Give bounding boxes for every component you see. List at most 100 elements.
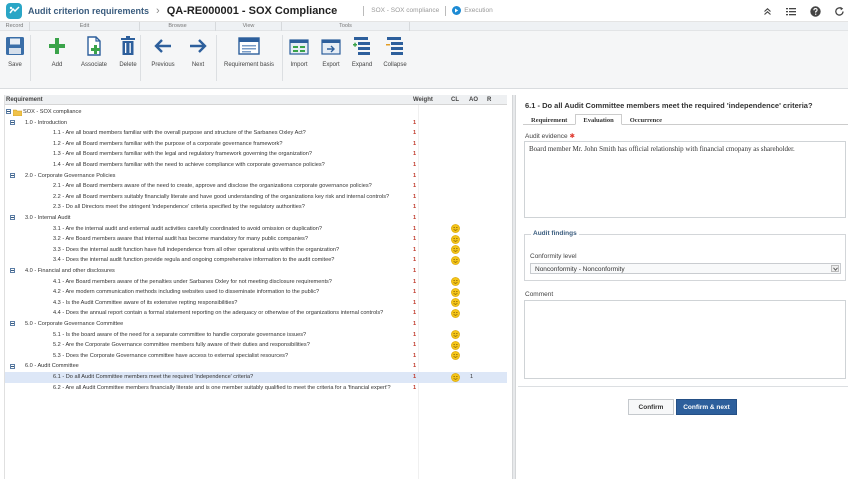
collapse-toggle-icon[interactable] xyxy=(10,321,15,327)
table-row[interactable]: 6.2 - Are all Audit Committee members fi… xyxy=(5,383,507,394)
title-divider xyxy=(363,5,365,16)
save-label: Save xyxy=(8,62,22,68)
requirement-text: 2.2 - Are all Board members suitably fin… xyxy=(53,193,390,200)
table-row[interactable]: 6.1 - Do all Audit Committee members mee… xyxy=(5,372,507,383)
column-header-ao[interactable]: AO xyxy=(469,97,478,103)
import-button[interactable]: Import xyxy=(288,35,310,68)
table-row[interactable]: 1.2 - Are all Board members familiar wit… xyxy=(5,139,507,150)
comment-field[interactable] xyxy=(524,300,846,379)
table-row[interactable]: 3.1 - Are the internal audit and externa… xyxy=(5,224,507,235)
collapse-up-icon[interactable] xyxy=(760,4,774,18)
pane-splitter[interactable] xyxy=(512,95,516,479)
tab-requirement[interactable]: Requirement xyxy=(523,114,575,125)
confirm-button[interactable]: Confirm xyxy=(628,399,674,415)
footer-separator xyxy=(518,386,848,387)
table-row[interactable]: 2.2 - Are all Board members suitably fin… xyxy=(5,192,507,203)
table-row[interactable]: 4.3 - Is the Audit Committee aware of it… xyxy=(5,298,507,309)
tree-group-row[interactable]: 6.0 - Audit Committee 1 xyxy=(5,361,507,372)
requirement-text: 3.1 - Are the internal audit and externa… xyxy=(53,225,322,232)
title-bar: Audit criterion requirements › QA-RE0000… xyxy=(0,0,848,22)
smiley-icon xyxy=(451,372,460,383)
tree-group-row[interactable]: 2.0 - Corporate Governance Policies 1 xyxy=(5,171,507,182)
table-row[interactable]: 4.4 - Does the annual report contain a f… xyxy=(5,308,507,319)
requirement-basis-button[interactable]: Requirement basis xyxy=(219,35,279,68)
requirement-text: 1.3 - Are all Board members familiar wit… xyxy=(53,151,312,158)
requirement-text: 4.1 - Are Board members aware of the pen… xyxy=(53,278,332,285)
requirement-text: 5.3 - Does the Corporate Governance comm… xyxy=(53,352,289,359)
module-title[interactable]: Audit criterion requirements xyxy=(28,6,149,16)
tree-group-row[interactable]: 5.0 - Corporate Governance Committee 1 xyxy=(5,319,507,330)
tab-occurrence[interactable]: Occurrence xyxy=(622,114,670,125)
audit-findings-legend: Audit findings xyxy=(531,230,579,237)
next-button[interactable]: Next xyxy=(186,35,210,68)
associate-document-icon xyxy=(85,35,103,57)
requirement-text: 1.4 - Are all Board members familiar wit… xyxy=(53,162,325,168)
table-row[interactable]: 5.2 - Are the Corporate Governance commi… xyxy=(5,340,507,351)
smiley-icon xyxy=(451,351,460,361)
table-row[interactable]: 2.1 - Are all Board members aware of the… xyxy=(5,181,507,192)
requirement-text: 6.0 - Audit Committee xyxy=(25,363,79,370)
tree-group-row[interactable]: 1.0 - Introduction 1 xyxy=(5,118,507,129)
table-row[interactable]: 1.3 - Are all Board members familiar wit… xyxy=(5,149,507,160)
delete-button[interactable]: Delete xyxy=(117,35,139,68)
collapse-toggle-icon[interactable] xyxy=(10,215,15,221)
collapse-tree-icon xyxy=(385,35,405,57)
app-logo-icon xyxy=(6,2,22,19)
title-divider xyxy=(445,5,447,16)
conformity-level-label: Conformity level xyxy=(530,253,577,260)
add-button[interactable]: Add xyxy=(47,35,67,68)
list-view-icon[interactable] xyxy=(784,4,798,18)
collapse-toggle-icon[interactable] xyxy=(10,363,15,369)
conformity-level-select[interactable]: Nonconformity - Nonconformity xyxy=(530,263,841,274)
table-row[interactable]: 3.4 - Does the internal audit function p… xyxy=(5,255,507,266)
column-header-requirement[interactable]: Requirement xyxy=(6,97,43,103)
help-icon[interactable] xyxy=(808,4,822,18)
requirement-text: 1.0 - Introduction xyxy=(25,119,67,126)
collapse-button[interactable]: Collapse xyxy=(381,35,409,68)
weight-value: 1 xyxy=(413,268,417,274)
audit-evidence-field[interactable]: Board member Mr. John Smith has official… xyxy=(524,141,846,218)
table-row[interactable]: 2.3 - Do all Directors meet the stringen… xyxy=(5,202,507,213)
previous-button[interactable]: Previous xyxy=(148,35,178,68)
save-button[interactable]: Save xyxy=(4,35,26,68)
table-row[interactable]: 3.2 - Are Board members aware that inter… xyxy=(5,234,507,245)
table-row[interactable]: 5.1 - Is the board aware of the need for… xyxy=(5,330,507,341)
table-row[interactable]: 3.3 - Does the internal audit function h… xyxy=(5,245,507,256)
export-button[interactable]: Export xyxy=(319,35,343,68)
table-row[interactable]: 4.2 - Are modern communication methods i… xyxy=(5,287,507,298)
table-row[interactable]: 1.1 - Are all board members familiar wit… xyxy=(5,128,507,139)
weight-value: 1 xyxy=(413,246,417,253)
column-header-weight[interactable]: Weight xyxy=(413,97,433,103)
weight-value: 1 xyxy=(413,352,417,359)
requirement-text: 6.2 - Are all Audit Committee members fi… xyxy=(53,384,391,391)
requirement-grid: Requirement Weight CL AO R SOX - SOX com… xyxy=(4,95,507,479)
table-row[interactable]: 5.3 - Does the Corporate Governance comm… xyxy=(5,351,507,362)
ribbon-group-header: Record Edit Browse View Tools xyxy=(0,22,848,31)
weight-value: 1 xyxy=(413,384,417,391)
collapse-toggle-icon[interactable] xyxy=(10,119,15,125)
save-icon xyxy=(5,35,25,57)
smiley-icon xyxy=(451,340,460,351)
refresh-icon[interactable] xyxy=(832,4,846,18)
ribbon-group-tools: Tools xyxy=(282,22,410,31)
context-label[interactable]: SOX - SOX compliance xyxy=(371,7,439,14)
column-header-r[interactable]: R xyxy=(487,97,491,103)
column-header-cl[interactable]: CL xyxy=(451,97,459,103)
associate-button[interactable]: Associate xyxy=(78,35,110,68)
requirement-text: 4.4 - Does the annual report contain a f… xyxy=(53,310,384,317)
tree-group-row[interactable]: 4.0 - Financial and other disclosures 1 xyxy=(5,266,507,277)
collapse-toggle-icon[interactable] xyxy=(10,268,15,274)
tab-evaluation[interactable]: Evaluation xyxy=(575,114,622,125)
collapse-toggle-icon[interactable] xyxy=(6,109,11,115)
expand-button[interactable]: Expand xyxy=(349,35,375,68)
table-row[interactable]: 4.1 - Are Board members aware of the pen… xyxy=(5,277,507,288)
folder-icon xyxy=(12,109,23,118)
table-row[interactable]: 1.4 - Are all Board members familiar wit… xyxy=(5,160,507,171)
smiley-icon xyxy=(451,234,460,245)
tree-group-row[interactable]: 3.0 - Internal Audit 1 xyxy=(5,213,507,224)
collapse-toggle-icon[interactable] xyxy=(10,172,15,178)
confirm-and-next-button[interactable]: Confirm & next xyxy=(676,399,737,415)
tree-root-row[interactable]: SOX - SOX compliance xyxy=(5,107,507,118)
ribbon-toolbar: Save Add Associate Delete Previous Next xyxy=(0,31,848,89)
weight-value: 1 xyxy=(413,140,417,147)
